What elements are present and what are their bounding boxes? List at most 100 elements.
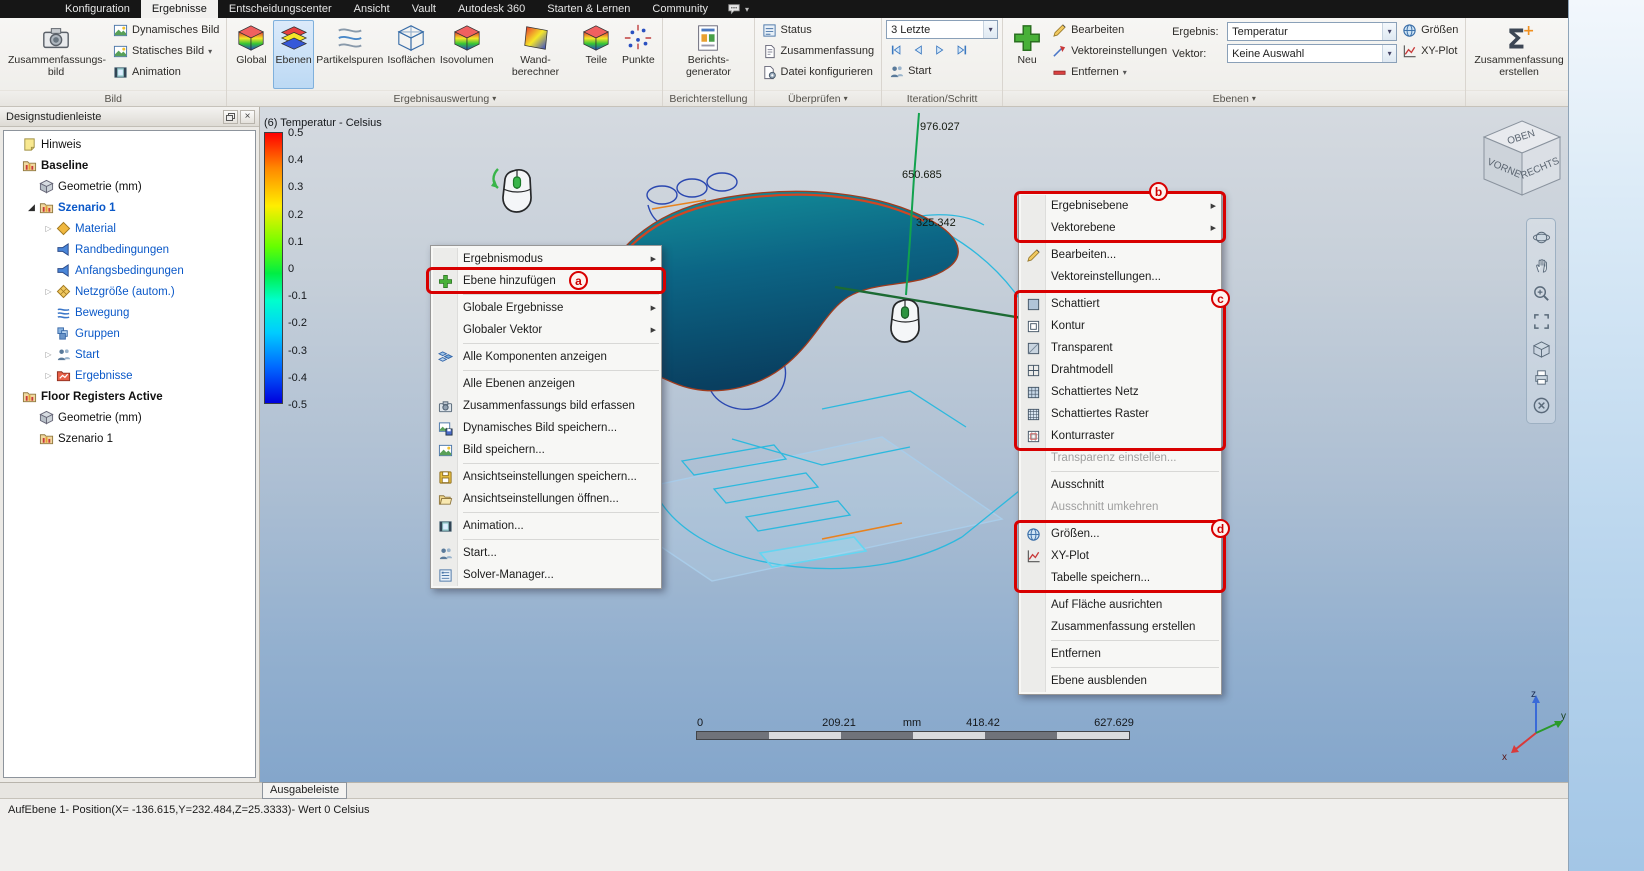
context-menu-item-ansichtseinstellungen-speichern[interactable]: Ansichtseinstellungen speichern... [433, 466, 659, 488]
tree-item-geometrie-mm[interactable]: Geometrie (mm) [4, 407, 255, 428]
tree-item-baseline[interactable]: Baseline [4, 155, 255, 176]
menu-tab-starten-lernen[interactable]: Starten & Lernen [536, 0, 641, 18]
menu-tab-ansicht[interactable]: Ansicht [343, 0, 401, 18]
ribbon-button-status[interactable]: Status [759, 20, 878, 40]
expanded-arrow-icon[interactable]: ◢ [25, 202, 38, 213]
feedback-icon[interactable] [727, 2, 741, 16]
tree-item-netzgrose-autom[interactable]: ▷ Netzgröße (autom.) [4, 281, 255, 302]
context-menu-item-ergebnisebene[interactable]: Ergebnisebene ▶ [1021, 195, 1219, 217]
context-menu-item-schattiertes-raster[interactable]: Schattiertes Raster [1021, 403, 1219, 425]
context-menu-item-zusammenfassungs-bild-erfassen[interactable]: Zusammenfassungs bild erfassen [433, 395, 659, 417]
fit-icon[interactable] [1531, 311, 1551, 331]
menu-tab-ergebnisse[interactable]: Ergebnisse [140, 0, 218, 18]
context-menu-item-schattiert[interactable]: Schattiert [1021, 293, 1219, 315]
context-menu-item-animation[interactable]: Animation... [433, 515, 659, 537]
ribbon-button-zusammenfassung-erstellen[interactable]: Σ + Zusammenfassung erstellen [1470, 20, 1567, 89]
ribbon-button-ebenen[interactable]: Ebenen [273, 20, 314, 89]
vektor-select[interactable]: Keine Auswahl ▾ [1227, 44, 1398, 63]
pan-icon[interactable] [1531, 255, 1551, 275]
ribbon-button-grosen[interactable]: Größen [1399, 20, 1461, 40]
ergebnis-select[interactable]: Temperatur ▾ [1227, 22, 1398, 41]
tree-item-ergebnisse[interactable]: ▷ Ergebnisse [4, 365, 255, 386]
tree-item-geometrie-mm[interactable]: Geometrie (mm) [4, 176, 255, 197]
context-menu-item-kontur[interactable]: Kontur [1021, 315, 1219, 337]
menu-tab-autodesk-360[interactable]: Autodesk 360 [447, 0, 536, 18]
context-menu-item-vektorebene[interactable]: Vektorebene ▶ [1021, 217, 1219, 239]
context-menu-item-start[interactable]: Start... [433, 542, 659, 564]
context-menu-item-auf-flache-ausrichten[interactable]: Auf Fläche ausrichten [1021, 594, 1219, 616]
tree-item-gruppen[interactable]: Gruppen [4, 323, 255, 344]
menu-tab-konfiguration[interactable]: Konfiguration [54, 0, 141, 18]
first-iteration-button[interactable] [886, 41, 906, 59]
print-icon[interactable] [1531, 367, 1551, 387]
tree-item-floor-registers-active[interactable]: Floor Registers Active [4, 386, 255, 407]
collapsed-arrow-icon[interactable]: ▷ [42, 224, 55, 233]
menu-tab-community[interactable]: Community [641, 0, 719, 18]
context-menu-item-drahtmodell[interactable]: Drahtmodell [1021, 359, 1219, 381]
ribbon-button-entfernen[interactable]: Entfernen ▾ [1049, 62, 1170, 82]
tree-item-randbedingungen[interactable]: Randbedingungen [4, 239, 255, 260]
context-menu-item-schattiertes-netz[interactable]: Schattiertes Netz [1021, 381, 1219, 403]
ribbon-button-animation[interactable]: Animation [110, 62, 222, 82]
next-iteration-button[interactable] [930, 41, 950, 59]
ribbon-button-datei-konfigurieren[interactable]: Datei konfigurieren [759, 62, 878, 82]
context-menu-item-xy-plot[interactable]: XY-Plot [1021, 545, 1219, 567]
ribbon-group-label-ueberpruefen[interactable]: Überprüfen ▾ [754, 90, 882, 106]
menu-tab-vault[interactable]: Vault [401, 0, 447, 18]
ribbon-button-berichts-generator[interactable]: Berichts-generator [667, 20, 749, 89]
tree-item-material[interactable]: ▷ Material [4, 218, 255, 239]
ribbon-button-xy-plot[interactable]: XY-Plot [1399, 41, 1461, 61]
menu-tab-entscheidungscenter[interactable]: Entscheidungscenter [218, 0, 343, 18]
tree-item-szenario-1[interactable]: Szenario 1 [4, 428, 255, 449]
ribbon-button-teile[interactable]: Teile [576, 20, 616, 89]
ribbon-button-zusammenfassungs-bild[interactable]: Zusammenfassungs-bild [4, 20, 108, 89]
collapsed-arrow-icon[interactable]: ▷ [42, 287, 55, 296]
ribbon-group-label-ergebnisauswertung[interactable]: Ergebnisauswertung ▾ [227, 90, 663, 106]
context-menu-item-ergebnismodus[interactable]: Ergebnismodus ▶ [433, 248, 659, 270]
view-cube[interactable]: OBEN VORNE RECHTS [1472, 115, 1568, 208]
context-menu-item-solver-manager[interactable]: Solver-Manager... [433, 564, 659, 586]
context-menu-item-ebene-hinzufugen[interactable]: Ebene hinzufügen [433, 270, 659, 292]
context-menu-item-transparent[interactable]: Transparent [1021, 337, 1219, 359]
context-menu-item-zusammenfassung-erstellen[interactable]: Zusammenfassung erstellen [1021, 616, 1219, 638]
float-panel-icon[interactable] [223, 109, 238, 124]
zoom-icon[interactable] [1531, 283, 1551, 303]
context-menu-item-bild-speichern[interactable]: Bild speichern... [433, 439, 659, 461]
context-menu-item-entfernen[interactable]: Entfernen [1021, 643, 1219, 665]
ribbon-button-statisches-bild[interactable]: Statisches Bild ▾ [110, 41, 222, 61]
close-panel-icon[interactable]: × [240, 109, 255, 124]
context-menu-item-ausschnitt[interactable]: Ausschnitt [1021, 474, 1219, 496]
viewport-3d[interactable]: (6) Temperatur - Celsius 0.5 0.4 0.3 0.2 0.1… [260, 107, 1568, 782]
ribbon-button-dynamisches-bild[interactable]: Dynamisches Bild [110, 20, 222, 40]
context-menu-item-grosen[interactable]: Größen... [1021, 523, 1219, 545]
tree-item-hinweis[interactable]: Hinweis [4, 134, 255, 155]
collapsed-arrow-icon[interactable]: ▷ [42, 371, 55, 380]
context-menu-item-ebene-ausblenden[interactable]: Ebene ausblenden [1021, 670, 1219, 692]
chevron-down-icon[interactable]: ▾ [745, 5, 749, 14]
previous-iteration-button[interactable] [908, 41, 928, 59]
ribbon-group-label-ebenen[interactable]: Ebenen ▾ [1003, 90, 1466, 106]
ribbon-button-bearbeiten[interactable]: Bearbeiten [1049, 20, 1170, 40]
ribbon-button-zusammenfassung[interactable]: Zusammenfassung [759, 41, 878, 61]
tree-item-start[interactable]: ▷ Start [4, 344, 255, 365]
ribbon-button-start[interactable]: Start [886, 61, 998, 81]
context-menu-item-vektoreinstellungen[interactable]: Vektoreinstellungen... [1021, 266, 1219, 288]
ribbon-button-partikelspuren[interactable]: Partikelspuren [316, 20, 384, 89]
ribbon-button-wand-berechner[interactable]: Wand-berechner [497, 20, 575, 89]
ribbon-button-isovolumen[interactable]: Isovolumen [439, 20, 495, 89]
ribbon-button-isoflachen[interactable]: Isoflächen [386, 20, 437, 89]
context-menu-item-alle-komponenten-anzeigen[interactable]: Alle Komponenten anzeigen [433, 346, 659, 368]
iteration-select[interactable]: 3 Letzte ▾ [886, 20, 999, 39]
ribbon-button-neu[interactable]: Neu [1007, 20, 1047, 89]
context-menu-item-globale-ergebnisse[interactable]: Globale Ergebnisse ▶ [433, 297, 659, 319]
tree-item-szenario-1[interactable]: ◢ Szenario 1 [4, 197, 255, 218]
collapsed-arrow-icon[interactable]: ▷ [42, 350, 55, 359]
tree-item-bewegung[interactable]: Bewegung [4, 302, 255, 323]
context-menu-item-ansichtseinstellungen-offnen[interactable]: Ansichtseinstellungen öffnen... [433, 488, 659, 510]
context-menu-item-tabelle-speichern[interactable]: Tabelle speichern... [1021, 567, 1219, 589]
close-icon[interactable] [1531, 395, 1551, 415]
tree-item-anfangsbedingungen[interactable]: Anfangsbedingungen [4, 260, 255, 281]
context-menu-item-alle-ebenen-anzeigen[interactable]: Alle Ebenen anzeigen [433, 373, 659, 395]
last-iteration-button[interactable] [952, 41, 972, 59]
section-icon[interactable] [1531, 339, 1551, 359]
